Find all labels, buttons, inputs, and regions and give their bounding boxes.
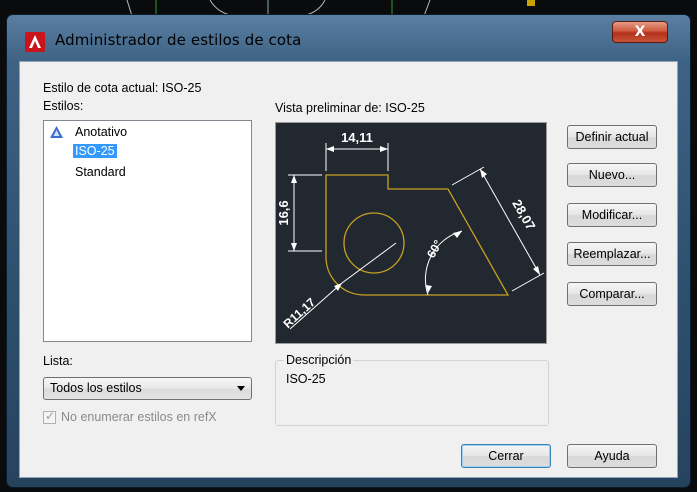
xref-checkbox[interactable]: ✓ <box>43 409 56 424</box>
override-style-button[interactable]: Reemplazar... <box>567 242 657 266</box>
compare-styles-button[interactable]: Comparar... <box>567 282 657 306</box>
close-window-button[interactable]: X <box>612 21 668 43</box>
styles-label: Estilos: <box>43 99 84 113</box>
dimension-style-preview: 14,11 16,6 28,07 60° R11,17 <box>275 122 547 344</box>
list-filter-value: Todos los estilos <box>50 381 142 395</box>
preview-label: Vista preliminar de: ISO-25 <box>275 101 425 115</box>
new-style-button[interactable]: Nuevo... <box>567 163 657 187</box>
window-title: Administrador de estilos de cota <box>55 31 302 49</box>
modify-style-button[interactable]: Modificar... <box>567 203 657 227</box>
annotative-icon <box>50 126 63 138</box>
style-item-iso-25[interactable]: ISO-25 <box>73 144 117 158</box>
style-item-anotativo[interactable]: Anotativo <box>75 125 127 139</box>
help-button[interactable]: Ayuda <box>567 444 657 468</box>
current-style-label: Estilo de cota actual: ISO-25 <box>43 81 202 95</box>
preview-dim-radius: R11,17 <box>281 295 319 331</box>
set-current-button[interactable]: Definir actual <box>567 125 657 149</box>
style-item-standard[interactable]: Standard <box>75 165 126 179</box>
preview-dim-angle: 60° <box>424 237 445 260</box>
checkmark-icon: ✓ <box>45 409 56 423</box>
xref-checkbox-label: No enumerar estilos en refX <box>61 410 217 424</box>
close-button[interactable]: Cerrar <box>461 444 551 468</box>
description-label: Descripción <box>284 353 354 367</box>
chevron-down-icon <box>237 386 245 391</box>
preview-dim-right: 28,07 <box>509 197 538 233</box>
description-box <box>275 360 549 426</box>
autocad-app-icon <box>25 32 45 52</box>
list-filter-dropdown[interactable]: Todos los estilos <box>43 377 252 400</box>
preview-dim-left: 16,6 <box>276 200 291 225</box>
description-text: ISO-25 <box>286 372 326 386</box>
list-label: Lista: <box>43 354 73 368</box>
preview-dim-top: 14,11 <box>341 130 373 145</box>
